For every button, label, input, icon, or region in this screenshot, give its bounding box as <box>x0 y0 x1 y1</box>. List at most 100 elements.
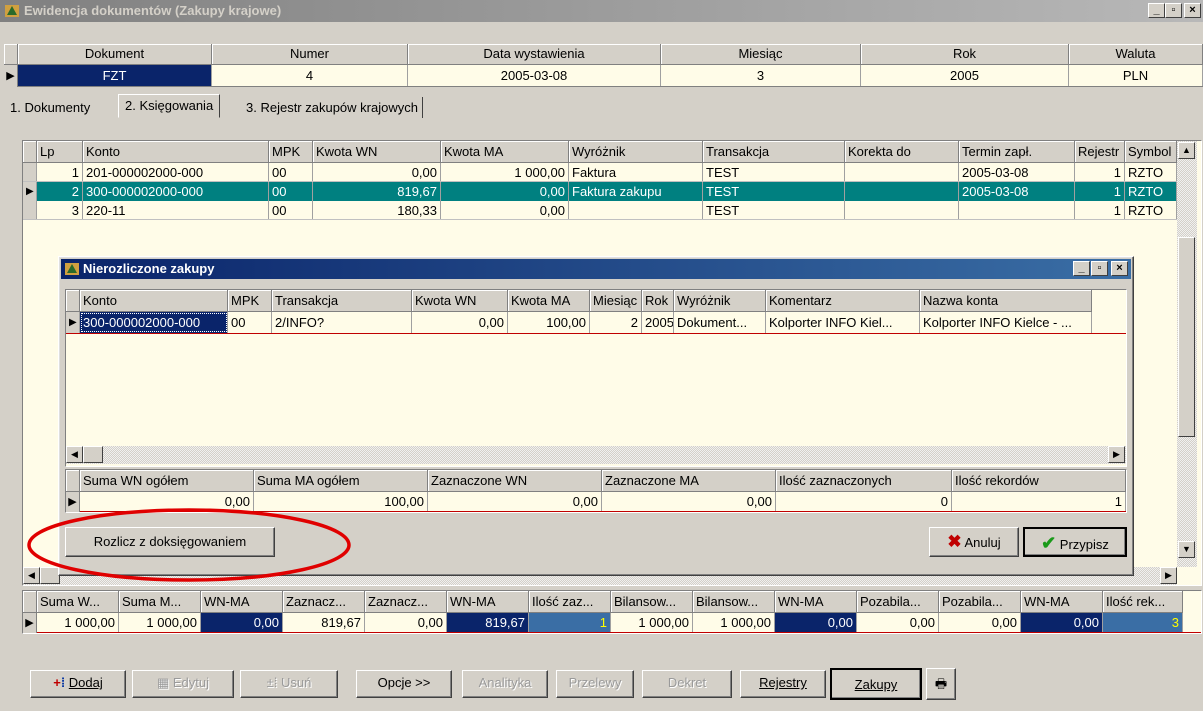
dialog-col[interactable]: Wyróżnik <box>674 290 766 312</box>
totals-col[interactable]: Pozabila... <box>857 591 939 613</box>
dialog-col[interactable]: Kwota WN <box>412 290 508 312</box>
entry-cell: 1 000,00 <box>441 163 569 181</box>
dialog-minimize-button[interactable]: _ <box>1073 261 1090 276</box>
entries-col[interactable]: Kwota MA <box>441 141 569 163</box>
entry-cell: 1 <box>1075 182 1125 201</box>
totals-value: 819,67 <box>283 613 365 632</box>
purchases-button[interactable]: Zakupy <box>830 668 922 700</box>
tab-rejestr[interactable]: 3. Rejestr zakupów krajowych <box>242 97 423 118</box>
totals-col[interactable]: Zaznacz... <box>283 591 365 613</box>
totals-col[interactable]: WN-MA <box>201 591 283 613</box>
summary-col: Ilość rekordów <box>952 470 1126 492</box>
tab-dokumenty[interactable]: 1. Dokumenty <box>6 97 94 118</box>
row-indicator: ▶ <box>23 182 37 201</box>
edit-button[interactable]: ▦ Edytuj <box>132 670 234 698</box>
dialog-scroll-left[interactable]: ◀ <box>66 446 83 463</box>
assign-button[interactable]: ✔ Przypisz <box>1023 527 1127 557</box>
table-row[interactable]: 1 201-000002000-000 00 0,00 1 000,00 Faktura T… <box>23 163 1177 182</box>
entries-col[interactable]: Korekta do <box>845 141 959 163</box>
totals-col[interactable]: Bilansow... <box>611 591 693 613</box>
entries-col[interactable]: Kwota WN <box>313 141 441 163</box>
print-button[interactable]: 🖶 <box>926 668 956 700</box>
table-row[interactable]: 3 220-11 00 180,33 0,00 TEST 1 RZTO <box>23 201 1177 220</box>
entry-cell: 2005-03-08 <box>959 182 1075 201</box>
options-label: Opcje >> <box>377 675 431 690</box>
entries-col[interactable]: Wyróżnik <box>569 141 703 163</box>
tab-ksiegowania-label: 2. Księgowania <box>125 98 214 113</box>
dialog-col[interactable]: MPK <box>228 290 272 312</box>
entry-cell: 300-000002000-000 <box>83 182 269 201</box>
entry-cell: 2 <box>37 182 83 201</box>
entries-col[interactable]: Rejestr <box>1075 141 1125 163</box>
registers-button[interactable]: Rejestry <box>740 670 826 698</box>
dialog-col[interactable]: Kwota MA <box>508 290 590 312</box>
dialog-cell: 0,00 <box>412 312 508 333</box>
analytics-button[interactable]: Analityka <box>462 670 548 698</box>
dialog-row[interactable]: ▶ 300-000002000-000 00 2/INFO? 0,00 100,00 2 20… <box>66 312 1126 334</box>
header-value[interactable]: 2005 <box>861 65 1069 86</box>
dialog-restore-button[interactable]: ▫ <box>1091 261 1108 276</box>
header-col: Waluta <box>1069 44 1203 65</box>
entries-vscroll[interactable]: ▲ ▼ <box>1177 141 1197 567</box>
decree-button[interactable]: Dekret <box>642 670 732 698</box>
tab-ksiegowania[interactable]: 2. Księgowania <box>118 94 221 118</box>
totals-grid: Suma W... Suma M... WN-MA Zaznacz... Zaznacz… <box>22 590 1202 634</box>
dialog-col[interactable]: Rok <box>642 290 674 312</box>
header-value[interactable]: 4 <box>212 65 408 86</box>
dialog-col[interactable]: Komentarz <box>766 290 920 312</box>
window-title: Ewidencja dokumentów (Zakupy krajowe) <box>24 3 282 18</box>
totals-col[interactable]: Ilość zaz... <box>529 591 611 613</box>
close-button[interactable]: × <box>1184 3 1201 18</box>
header-value[interactable]: 3 <box>661 65 861 86</box>
totals-col[interactable]: WN-MA <box>1021 591 1103 613</box>
edit-label: Edytuj <box>172 675 210 690</box>
totals-col[interactable]: Ilość rek... <box>1103 591 1183 613</box>
entries-col[interactable]: Termin zapł. <box>959 141 1075 163</box>
dialog-col[interactable]: Konto <box>80 290 228 312</box>
entry-cell: 3 <box>37 201 83 219</box>
entry-cell: 2005-03-08 <box>959 163 1075 181</box>
entries-col[interactable]: Transakcja <box>703 141 845 163</box>
scroll-thumb[interactable] <box>1178 237 1195 437</box>
entry-cell <box>959 201 1075 219</box>
restore-button[interactable]: ▫ <box>1165 3 1182 18</box>
scroll-down-arrow[interactable]: ▼ <box>1178 541 1195 558</box>
dialog-hscroll[interactable]: ◀ ▶ <box>66 446 1126 464</box>
entries-col[interactable]: Lp <box>37 141 83 163</box>
totals-value: 0,00 <box>365 613 447 632</box>
dialog-col[interactable]: Miesiąc <box>590 290 642 312</box>
table-row[interactable]: ▶ 2 300-000002000-000 00 819,67 0,00 Faktura z… <box>23 182 1177 201</box>
totals-col[interactable]: Zaznacz... <box>365 591 447 613</box>
minimize-button[interactable]: _ <box>1148 3 1165 18</box>
dialog-close-button[interactable]: × <box>1111 261 1128 276</box>
header-value[interactable]: 2005-03-08 <box>408 65 661 86</box>
delete-button[interactable]: ±⁞ Usuń <box>240 670 338 698</box>
entry-cell: 180,33 <box>313 201 441 219</box>
header-value[interactable]: PLN <box>1069 65 1203 86</box>
document-type-cell[interactable]: FZT <box>18 65 212 86</box>
cancel-button[interactable]: ✖ Anuluj <box>929 527 1019 557</box>
entries-col[interactable]: Konto <box>83 141 269 163</box>
totals-col[interactable]: WN-MA <box>775 591 857 613</box>
totals-col[interactable]: Suma W... <box>37 591 119 613</box>
totals-col[interactable]: Pozabila... <box>939 591 1021 613</box>
scroll-right-arrow[interactable]: ▶ <box>1160 567 1177 584</box>
entries-col[interactable]: Symbol <box>1125 141 1177 163</box>
totals-col[interactable]: Bilansow... <box>693 591 775 613</box>
totals-col[interactable]: WN-MA <box>447 591 529 613</box>
options-button[interactable]: Opcje >> <box>356 670 452 698</box>
check-icon: ✔ <box>1041 533 1057 553</box>
dialog-col[interactable]: Nazwa konta <box>920 290 1092 312</box>
totals-col[interactable]: Suma M... <box>119 591 201 613</box>
dialog-title: Nierozliczone zakupy <box>83 261 215 276</box>
purchases-label: Zakupy <box>854 677 898 692</box>
transfers-button[interactable]: Przelewy <box>556 670 634 698</box>
entry-cell <box>569 201 703 219</box>
totals-value: 1 <box>529 613 611 632</box>
dialog-col[interactable]: Transakcja <box>272 290 412 312</box>
entries-col[interactable]: MPK <box>269 141 313 163</box>
scroll-up-arrow[interactable]: ▲ <box>1178 142 1195 159</box>
add-button[interactable]: +⁞ Dodaj <box>30 670 126 698</box>
dialog-cell: Kolporter INFO Kielce - ... <box>920 312 1092 333</box>
dialog-scroll-right[interactable]: ▶ <box>1108 446 1125 463</box>
